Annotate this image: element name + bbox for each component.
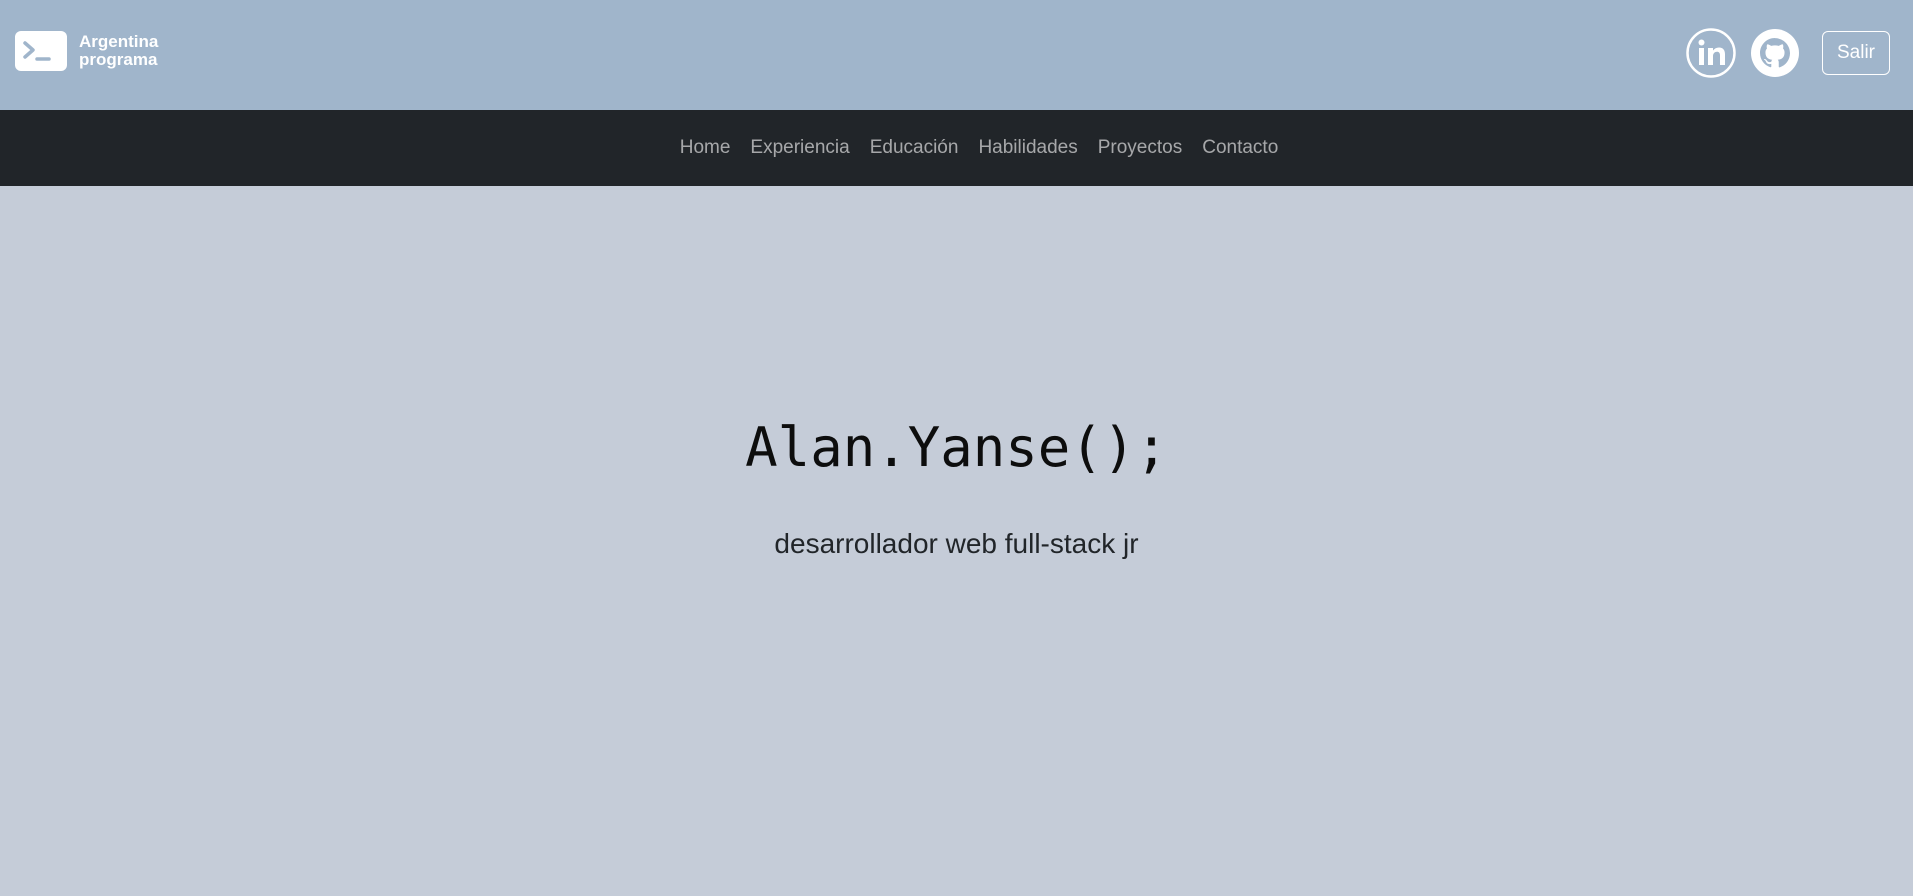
nav-item-contacto[interactable]: Contacto: [1192, 129, 1288, 166]
argentina-programa-logo[interactable]: Argentina programa: [15, 31, 158, 71]
nav-item-habilidades[interactable]: Habilidades: [968, 129, 1087, 166]
hero-title: Alan.Yanse();: [745, 416, 1168, 479]
logo-text: Argentina programa: [79, 33, 158, 69]
nav-item-home[interactable]: Home: [670, 129, 741, 166]
top-header: Argentina programa Salir: [0, 0, 1913, 110]
nav-item-experiencia[interactable]: Experiencia: [740, 129, 859, 166]
nav-menu: Home Experiencia Educación Habilidades P…: [670, 137, 1289, 159]
main-navbar: Home Experiencia Educación Habilidades P…: [0, 110, 1913, 186]
logout-button[interactable]: Salir: [1822, 31, 1890, 75]
logo-line-2: programa: [79, 50, 158, 69]
nav-item-educacion[interactable]: Educación: [860, 129, 969, 166]
terminal-icon: [15, 31, 67, 71]
github-icon[interactable]: [1750, 28, 1800, 78]
hero-subtitle: desarrollador web full-stack jr: [774, 528, 1139, 559]
logo-line-1: Argentina: [79, 32, 159, 51]
hero-section: Alan.Yanse(); desarrollador web full-sta…: [0, 186, 1913, 896]
nav-item-proyectos[interactable]: Proyectos: [1088, 129, 1192, 166]
linkedin-icon[interactable]: [1686, 28, 1736, 78]
